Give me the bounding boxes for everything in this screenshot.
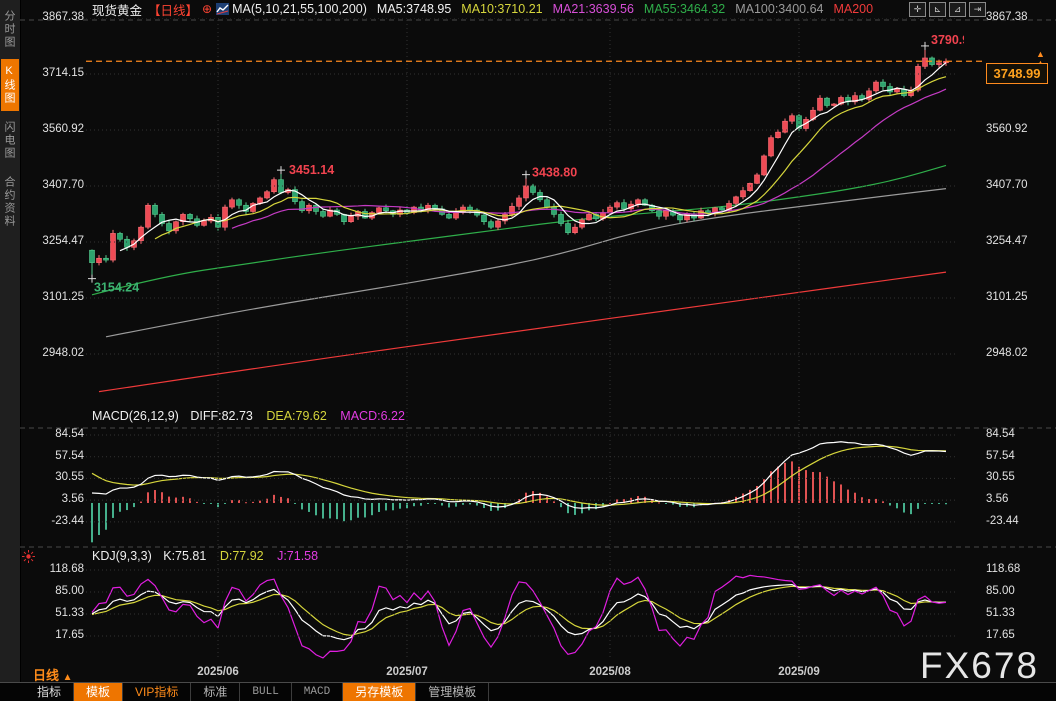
symbol-info-bar: 现货黄金 【日线】 ⊕ MA(5,10,21,55,100,200) MA5:3… bbox=[20, 0, 1056, 18]
main-chart-canvas[interactable]: 3790.97 3451.14 3438.80 3154.24 bbox=[20, 18, 1056, 661]
price-axis-label: 3867.38 bbox=[26, 11, 84, 23]
ma-legend-item: MA5:3748.95 bbox=[377, 2, 451, 16]
toolbar-item-MACD[interactable]: MACD bbox=[292, 683, 343, 701]
macd-axis-label: 30.55 bbox=[986, 471, 1052, 483]
kdj-axis-label: 85.00 bbox=[986, 585, 1052, 597]
last-price-box: 3748.99 bbox=[986, 63, 1048, 84]
price-axis-label: 3407.70 bbox=[986, 179, 1052, 191]
x-axis-month-label: 2025/08 bbox=[575, 666, 645, 678]
kdj-axis-label: 118.68 bbox=[986, 563, 1052, 575]
price-axis-label: 2948.02 bbox=[26, 347, 84, 359]
kdj-axis-label: 51.33 bbox=[986, 607, 1052, 619]
kdj-axis-label: 85.00 bbox=[26, 585, 84, 597]
ma-legend: MA5:3748.95 MA10:3710.21 MA21:3639.56 MA55:… bbox=[377, 2, 883, 16]
kdj-axis-label: 17.65 bbox=[26, 629, 84, 641]
price-axis-label: 3101.25 bbox=[986, 291, 1052, 303]
sidebar-tab-合约资料[interactable]: 合约资料 bbox=[1, 170, 19, 234]
macd-param-label: MACD(26,12,9) bbox=[92, 409, 179, 423]
chart-thumbnail-icon bbox=[216, 3, 229, 15]
macd-axis-label: 57.54 bbox=[26, 450, 84, 462]
period-selector-label: 日线 bbox=[33, 668, 59, 683]
svg-text:3451.14: 3451.14 bbox=[289, 163, 334, 177]
svg-text:3154.24: 3154.24 bbox=[94, 281, 139, 295]
kdj-axis-label: 17.65 bbox=[986, 629, 1052, 641]
watermark: FX678 bbox=[920, 645, 1039, 687]
macd-diff-value: DIFF:82.73 bbox=[190, 409, 253, 423]
macd-macd-value: MACD:6.22 bbox=[340, 409, 405, 423]
macd-axis-label: 84.54 bbox=[26, 428, 84, 440]
toolbar-item-BULL[interactable]: BULL bbox=[240, 683, 291, 701]
ma-legend-item: MA200 bbox=[833, 2, 873, 16]
axis-scale-icon[interactable]: ⊾ bbox=[929, 2, 946, 17]
macd-axis-label: 3.56 bbox=[986, 493, 1052, 505]
live-indicator-icon[interactable] bbox=[22, 550, 35, 563]
toolbar-item-标准[interactable]: 标准 bbox=[191, 683, 240, 701]
macd-axis-label: 30.55 bbox=[26, 471, 84, 483]
svg-text:3438.80: 3438.80 bbox=[532, 166, 577, 180]
price-axis-label: 3867.38 bbox=[986, 11, 1052, 23]
toolbar-item-VIP指标[interactable]: VIP指标 bbox=[123, 683, 191, 701]
kdj-axis-label: 118.68 bbox=[26, 563, 84, 575]
macd-dea-value: DEA:79.62 bbox=[266, 409, 326, 423]
x-axis-month-label: 2025/07 bbox=[372, 666, 442, 678]
macd-header: MACD(26,12,9) DIFF:82.73 DEA:79.62 MACD:… bbox=[92, 409, 405, 423]
macd-axis-label: 3.56 bbox=[26, 493, 84, 505]
ma-param-label: MA(5,10,21,55,100,200) bbox=[232, 2, 367, 16]
svg-text:3790.97: 3790.97 bbox=[931, 33, 976, 47]
period-tag: 【日线】 bbox=[148, 0, 198, 19]
macd-axis-label: -23.44 bbox=[986, 515, 1052, 527]
price-axis-label: 3254.47 bbox=[986, 235, 1052, 247]
price-axis-label: 2948.02 bbox=[986, 347, 1052, 359]
ma-legend-item: MA55:3464.32 bbox=[644, 2, 725, 16]
symbol-title: 现货黄金 bbox=[92, 0, 142, 19]
x-axis-month-label: 2025/06 bbox=[183, 666, 253, 678]
price-axis-label: 3560.92 bbox=[986, 123, 1052, 135]
toolbar-item-管理模板[interactable]: 管理模板 bbox=[416, 683, 489, 701]
macd-axis-label: 84.54 bbox=[986, 428, 1052, 440]
sidebar-tab-闪电图[interactable]: 闪电图 bbox=[1, 115, 19, 166]
price-axis-label: 3254.47 bbox=[26, 235, 84, 247]
price-axis-label: 3560.92 bbox=[26, 123, 84, 135]
trading-app-window: 分时图 K线图闪电图合约资料 现货黄金 【日线】 ⊕ MA(5,10,21,55,… bbox=[0, 0, 1056, 701]
indicator-toolbar: 指标模板VIP指标标准BULLMACD另存模板管理模板 bbox=[0, 682, 1056, 701]
sidebar-tab-K线图[interactable]: K线图 bbox=[1, 59, 19, 111]
toolbar-item-模板[interactable]: 模板 bbox=[74, 683, 123, 701]
axis-pointer-icon[interactable]: ⊿ bbox=[949, 2, 966, 17]
macd-axis-label: 57.54 bbox=[986, 450, 1052, 462]
kdj-header: KDJ(9,3,3) K:75.81 D:77.92 J:71.58 bbox=[92, 549, 318, 563]
x-axis-month-label: 2025/09 bbox=[764, 666, 834, 678]
kdj-k-value: K:75.81 bbox=[163, 549, 206, 563]
kdj-param-label: KDJ(9,3,3) bbox=[92, 549, 152, 563]
kdj-j-value: J:71.58 bbox=[277, 549, 318, 563]
toolbar-item-指标[interactable]: 指标 bbox=[25, 683, 74, 701]
ma-legend-item: MA100:3400.64 bbox=[735, 2, 823, 16]
price-axis-label: 3714.15 bbox=[26, 67, 84, 79]
price-axis-label: 3407.70 bbox=[26, 179, 84, 191]
kdj-axis-label: 51.33 bbox=[26, 607, 84, 619]
toolbar-item-另存模板[interactable]: 另存模板 bbox=[343, 683, 416, 701]
add-overlay-icon[interactable]: ⊕ bbox=[202, 2, 212, 16]
chart-type-sidebar: 分时图 K线图闪电图合约资料 bbox=[0, 0, 21, 682]
chart-toolbar: ✛⊾⊿⇥ bbox=[909, 2, 986, 17]
price-axis-label: 3101.25 bbox=[26, 291, 84, 303]
kdj-d-value: D:77.92 bbox=[220, 549, 264, 563]
ma-legend-item: MA10:3710.21 bbox=[461, 2, 542, 16]
sidebar-tab-分时图[interactable]: 分时图 bbox=[1, 4, 19, 55]
shift-right-icon[interactable]: ⇥ bbox=[969, 2, 986, 17]
ma-legend-item: MA21:3639.56 bbox=[553, 2, 634, 16]
macd-axis-label: -23.44 bbox=[26, 515, 84, 527]
crosshair-tool-icon[interactable]: ✛ bbox=[909, 2, 926, 17]
